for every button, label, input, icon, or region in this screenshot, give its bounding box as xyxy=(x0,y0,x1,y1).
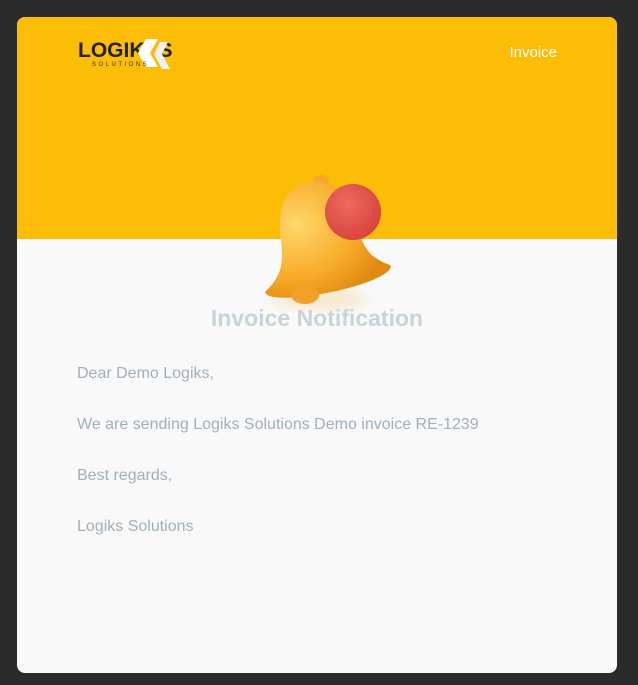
message-body: We are sending Logiks Solutions Demo inv… xyxy=(77,416,479,433)
closing-text: Best regards, xyxy=(77,467,173,484)
logo-subtitle: SOLUTIONS xyxy=(92,62,150,68)
signature-text: Logiks Solutions xyxy=(77,518,194,535)
greeting-text: Dear Demo Logiks, xyxy=(77,365,214,382)
notification-title: Invoice Notification xyxy=(210,305,424,331)
company-logo[interactable]: LOGIK S SOLUTIONS xyxy=(78,39,188,73)
invoice-link[interactable]: Invoice xyxy=(509,44,557,61)
email-card: LOGIK S SOLUTIONS Invoice Invoice Notifi… xyxy=(17,17,617,673)
bell-icon xyxy=(265,175,391,309)
